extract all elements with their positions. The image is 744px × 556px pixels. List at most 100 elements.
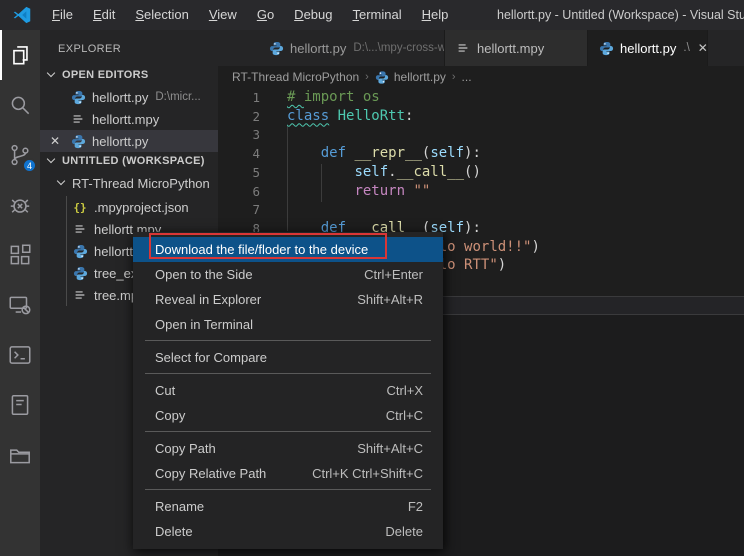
breadcrumb-item[interactable]: RT-Thread MicroPython [232, 70, 359, 84]
menu-debug[interactable]: Debug [284, 0, 342, 30]
context-menu-item-rename[interactable]: Rename F2 [133, 494, 443, 519]
code-line-3: 3 [218, 125, 744, 144]
terminal-icon[interactable] [0, 330, 40, 380]
breadcrumb-separator: › [365, 71, 369, 83]
menu-item-label: Reveal in Explorer [155, 292, 261, 307]
code-line-6: 6 return "" [218, 182, 744, 201]
file-label: hellortt.mpy [92, 112, 159, 127]
context-menu: Download the file/floder to the deviceOp… [133, 232, 443, 549]
search-icon[interactable] [0, 80, 40, 130]
menu-file[interactable]: File [42, 0, 83, 30]
json-icon: {} [72, 199, 88, 215]
tab-path: D:\...\mpy-cross-win [353, 42, 445, 54]
debug-icon[interactable] [0, 180, 40, 230]
context-menu-item-copy[interactable]: CopyCtrl+C [133, 403, 443, 428]
python-icon [598, 40, 614, 56]
context-menu-item-reveal-in-explorer[interactable]: Reveal in Explorer Shift+Alt+R [133, 287, 443, 312]
menu-item-label: Copy Relative Path [155, 466, 266, 481]
line-number: 5 [218, 163, 260, 182]
source-control-icon[interactable]: 4 [0, 130, 40, 180]
menu-go[interactable]: Go [247, 0, 284, 30]
tab-hellortt.py[interactable]: hellortt.py D:\...\mpy-cross-win [218, 30, 445, 66]
menu-item-label: Rename [155, 499, 204, 514]
menu-selection[interactable]: Selection [125, 0, 198, 30]
title-bar: FileEditSelectionViewGoDebugTerminalHelp… [0, 0, 744, 30]
explorer-icon[interactable] [0, 30, 40, 80]
menu-item-shortcut: Ctrl+Enter [364, 267, 423, 282]
line-content: def __repr__(self): [287, 144, 481, 163]
context-menu-item-cut[interactable]: CutCtrl+X [133, 378, 443, 403]
context-menu-item-copy-relative-path[interactable]: Copy Relative Path Ctrl+K Ctrl+Shift+C [133, 461, 443, 486]
menu-item-shortcut: Delete [385, 524, 423, 539]
breadcrumb-item[interactable]: hellortt.py [394, 70, 446, 84]
tab-bar: hellortt.py D:\...\mpy-cross-winhellortt.… [218, 30, 744, 66]
close-icon[interactable]: ✕ [698, 41, 708, 55]
menu-item-label: Cut [155, 383, 175, 398]
line-number: 6 [218, 182, 260, 201]
tab-path: .\ [683, 42, 689, 54]
line-number: 4 [218, 144, 260, 163]
chevron-down-icon [47, 69, 55, 77]
menu-separator [145, 373, 431, 374]
tree-item-.mpyproject.json[interactable]: {}.mpyproject.json [40, 196, 218, 218]
chevron-down-icon [47, 155, 55, 163]
open-editor-hellortt.py[interactable]: hellortt.pyD:\micr... [40, 86, 218, 108]
menu-item-shortcut: Ctrl+C [386, 408, 423, 423]
context-menu-item-select-for-compare[interactable]: Select for Compare [133, 345, 443, 370]
tab-label: hellortt.py [290, 41, 346, 56]
sidebar-title: EXPLORER [58, 43, 121, 55]
chevron-down-icon [57, 177, 65, 185]
folder-icon[interactable] [0, 430, 40, 480]
notebook-icon[interactable] [0, 380, 40, 430]
context-menu-item-copy-path[interactable]: Copy Path Shift+Alt+C [133, 436, 443, 461]
python-icon [72, 265, 88, 281]
menu-item-shortcut: Shift+Alt+C [357, 441, 423, 456]
line-content: class HelloRtt: [287, 107, 413, 126]
menu-terminal[interactable]: Terminal [342, 0, 411, 30]
extensions-icon[interactable] [0, 230, 40, 280]
menu-item-label: Delete [155, 524, 193, 539]
menu-view[interactable]: View [199, 0, 247, 30]
code-line-1: 1# import os [218, 88, 744, 107]
open-editor-hellortt.py[interactable]: ✕ hellortt.py [40, 130, 218, 152]
menu-item-shortcut: Shift+Alt+R [357, 292, 423, 307]
file-label: hellortt.py [92, 134, 148, 149]
menu-item-shortcut: Ctrl+K Ctrl+Shift+C [312, 466, 423, 481]
section-workspace[interactable]: UNTITLED (WORKSPACE) [40, 150, 218, 172]
open-editor-hellortt.mpy[interactable]: hellortt.mpy [40, 108, 218, 130]
context-menu-item-delete[interactable]: Delete Delete [133, 519, 443, 544]
line-number: 2 [218, 107, 260, 126]
line-number: 3 [218, 125, 260, 144]
remote-device-icon[interactable] [0, 280, 40, 330]
python-icon [70, 133, 86, 149]
open-editors-list: hellortt.pyD:\micr... hellortt.mpy ✕ hellor… [40, 86, 218, 152]
menu-item-label: Open to the Side [155, 267, 253, 282]
code-line-7: 7 [218, 200, 744, 219]
tree-folder-rt-thread-micropython[interactable]: RT-Thread MicroPython [40, 172, 218, 194]
breadcrumb-separator: › [452, 71, 456, 83]
file-icon [455, 40, 471, 56]
menu-item-shortcut: F2 [408, 499, 423, 514]
breadcrumb-item[interactable]: ... [462, 70, 472, 84]
menu-edit[interactable]: Edit [83, 0, 125, 30]
tab-hellortt.mpy[interactable]: hellortt.mpy [445, 30, 588, 66]
section-open-editors[interactable]: OPEN EDITORS [40, 64, 218, 86]
menu-item-label: Select for Compare [155, 350, 267, 365]
close-icon[interactable]: ✕ [40, 134, 70, 148]
annotation-box [149, 233, 387, 259]
context-menu-item-open-to-the-side[interactable]: Open to the Side Ctrl+Enter [133, 262, 443, 287]
menu-help[interactable]: Help [412, 0, 459, 30]
file-label: hellortt.py [92, 90, 148, 105]
menu-item-label: Open in Terminal [155, 317, 253, 332]
code-line-4: 4 def __repr__(self): [218, 144, 744, 163]
context-menu-item-open-in-terminal[interactable]: Open in Terminal [133, 312, 443, 337]
code-line-2: 2 class HelloRtt: [218, 107, 744, 126]
source-control-badge: 4 [22, 158, 37, 173]
menu-separator [145, 489, 431, 490]
menu-item-label: Copy Path [155, 441, 216, 456]
menu-separator [145, 340, 431, 341]
tab-hellortt.py-active[interactable]: hellortt.py.\✕ [588, 30, 708, 66]
python-icon [375, 70, 389, 84]
line-content: # import os [287, 88, 380, 107]
file-icon [72, 221, 88, 237]
